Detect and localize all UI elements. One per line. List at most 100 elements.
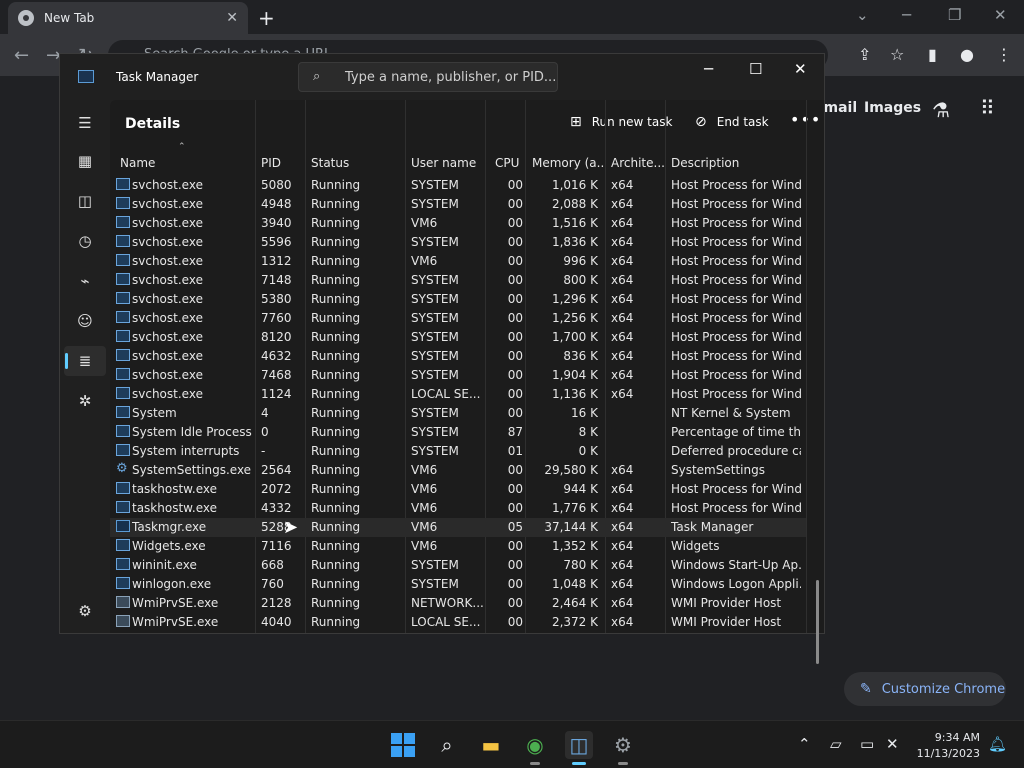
- cell-arch: x64: [611, 254, 634, 268]
- table-row[interactable]: System 4 Running SYSTEM 00 16 K NT Kernel & Sy…: [110, 404, 806, 423]
- hamburger-menu-icon[interactable]: ☰: [74, 112, 96, 134]
- notification-bell-icon[interactable]: 🔔︎: [988, 735, 1007, 753]
- cell-name: svchost.exe: [132, 273, 203, 287]
- bookmark-star-icon[interactable]: ☆: [890, 45, 904, 64]
- new-tab-plus-icon[interactable]: +: [258, 6, 275, 30]
- table-row[interactable]: wininit.exe 668 Running SYSTEM 00 780 K x64 Win…: [110, 556, 806, 575]
- cell-cpu: 00: [507, 406, 523, 420]
- app-history-icon[interactable]: ◷: [74, 230, 96, 252]
- cell-name: taskhostw.exe: [132, 501, 217, 515]
- cell-cpu: 00: [507, 349, 523, 363]
- table-row[interactable]: WmiPrvSE.exe 2128 Running NETWORK... 00 2,464…: [110, 594, 806, 613]
- cell-desc: Widgets: [671, 539, 720, 553]
- details-list-icon[interactable]: ≣: [74, 350, 96, 372]
- cell-desc: Host Process for Wind...: [671, 254, 801, 268]
- cell-name: svchost.exe: [132, 235, 203, 249]
- cell-desc: Host Process for Wind...: [671, 216, 801, 230]
- table-row[interactable]: svchost.exe 7468 Running SYSTEM 00 1,904 K x64…: [110, 366, 806, 385]
- process-window-icon: [116, 216, 130, 228]
- share-icon[interactable]: ⇪: [858, 45, 871, 64]
- table-row[interactable]: svchost.exe 7760 Running SYSTEM 00 1,256 K x64…: [110, 309, 806, 328]
- chrome-taskbar-icon[interactable]: ◉: [521, 731, 549, 765]
- table-row[interactable]: svchost.exe 5596 Running SYSTEM 00 1,836 K x64…: [110, 233, 806, 252]
- services-puzzle-icon[interactable]: ✲: [74, 390, 96, 412]
- cell-user: SYSTEM: [411, 577, 459, 591]
- table-row[interactable]: svchost.exe 5080 Running SYSTEM 00 1,016 K x64…: [110, 176, 806, 195]
- table-row[interactable]: winlogon.exe 760 Running SYSTEM 00 1,048 K x64…: [110, 575, 806, 594]
- table-row[interactable]: svchost.exe 4632 Running SYSTEM 00 836 K x64 Ho…: [110, 347, 806, 366]
- column-header-status[interactable]: Status: [311, 156, 401, 170]
- cell-desc: Host Process for Wind...: [671, 387, 801, 401]
- chrome-restore-icon[interactable]: ❐: [948, 6, 961, 24]
- vertical-scrollbar[interactable]: [816, 580, 819, 664]
- profile-icon[interactable]: ●: [960, 45, 974, 64]
- cell-pid: 1124: [261, 387, 292, 401]
- search-taskbar-icon[interactable]: ⌕: [433, 731, 461, 759]
- file-explorer-icon[interactable]: ▬: [477, 731, 505, 759]
- process-window-icon: [116, 501, 130, 513]
- show-hidden-icons-chevron-icon[interactable]: ⌃: [798, 735, 811, 753]
- table-row[interactable]: svchost.exe 4948 Running SYSTEM 00 2,088 K x64…: [110, 195, 806, 214]
- column-divider[interactable]: [806, 100, 807, 633]
- table-row[interactable]: WmiPrvSE.exe 4040 Running LOCAL SE... 00 2,37…: [110, 613, 806, 632]
- labs-flask-icon[interactable]: ⚗: [932, 98, 950, 122]
- maximize-icon[interactable]: ☐: [749, 60, 762, 78]
- table-row[interactable]: Widgets.exe 7116 Running VM6 00 1,352 K x64 Wid…: [110, 537, 806, 556]
- chrome-tab-new-tab[interactable]: New Tab ✕: [8, 2, 248, 34]
- table-row[interactable]: Taskmgr.exe 5288 Running VM6 05 37,144 Kx64 Ta…: [110, 518, 806, 537]
- table-row[interactable]: svchost.exe 3940 Running VM6 00 1,516 K x64 Hos…: [110, 214, 806, 233]
- display-icon[interactable]: ▭: [860, 735, 874, 753]
- customize-chrome-button[interactable]: ✎ Customize Chrome: [844, 672, 1006, 706]
- table-row[interactable]: svchost.exe 5380 Running SYSTEM 00 1,296 K x64…: [110, 290, 806, 309]
- table-row[interactable]: taskhostw.exe 2072 Running VM6 00 944 K x64 Hos…: [110, 480, 806, 499]
- tab-search-chevron-icon[interactable]: ⌄: [856, 6, 869, 24]
- end-task-button[interactable]: ⊘ End task: [695, 114, 769, 130]
- table-row[interactable]: svchost.exe 1124 Running LOCAL SE... 00 1,136…: [110, 385, 806, 404]
- performance-icon[interactable]: ◫: [74, 190, 96, 212]
- network-disconnected-icon[interactable]: ▱: [830, 735, 842, 753]
- cell-name: svchost.exe: [132, 349, 203, 363]
- table-row[interactable]: svchost.exe 8120 Running SYSTEM 00 1,700 K x64…: [110, 328, 806, 347]
- chrome-menu-icon[interactable]: ⋮: [996, 45, 1012, 64]
- cell-desc: Host Process for Wind...: [671, 178, 801, 192]
- column-header-architecture[interactable]: Archite...: [611, 156, 667, 170]
- cell-mem: 1,776 K: [551, 501, 598, 515]
- chrome-minimize-icon[interactable]: ─: [902, 6, 911, 24]
- close-icon[interactable]: ✕: [794, 60, 807, 78]
- back-arrow-icon[interactable]: ←: [14, 45, 29, 66]
- run-new-task-button[interactable]: ⊞ Run new task: [570, 114, 672, 130]
- apps-grid-icon[interactable]: ⠿: [980, 96, 995, 120]
- start-button[interactable]: [389, 731, 417, 759]
- task-manager-titlebar[interactable]: Task Manager ⌕ Type a name, publisher, o…: [60, 54, 824, 100]
- cell-arch: x64: [611, 273, 634, 287]
- table-row[interactable]: svchost.exe 7148 Running SYSTEM 00 800 K x64 Ho…: [110, 271, 806, 290]
- system-clock[interactable]: 9:34 AM 11/13/2023: [917, 730, 980, 762]
- side-panel-icon[interactable]: ▮: [928, 45, 937, 64]
- column-header-pid[interactable]: PID: [261, 156, 301, 170]
- process-window-icon: [116, 254, 130, 266]
- cell-desc: WMI Provider Host: [671, 615, 782, 629]
- column-header-memory[interactable]: Memory (a...: [532, 156, 604, 170]
- minimize-icon[interactable]: ─: [704, 60, 713, 78]
- table-row[interactable]: System Idle Process 0 Running SYSTEM 87 8 K Pe…: [110, 423, 806, 442]
- volume-muted-icon[interactable]: ✕: [886, 735, 899, 753]
- cell-desc: Percentage of time th...: [671, 425, 801, 439]
- table-row[interactable]: svchost.exe 1312 Running VM6 00 996 K x64 Host …: [110, 252, 806, 271]
- table-row[interactable]: ⚙ SystemSettings.exe 2564 Running VM6 00 29,58…: [110, 461, 806, 480]
- task-manager-taskbar-icon[interactable]: ◫: [565, 731, 593, 765]
- column-header-description[interactable]: Description: [671, 156, 801, 170]
- images-link[interactable]: Images: [864, 100, 921, 116]
- table-row[interactable]: taskhostw.exe 4332 Running VM6 00 1,776 K x64 H…: [110, 499, 806, 518]
- processes-icon[interactable]: ▦: [74, 150, 96, 172]
- cell-desc: SystemSettings: [671, 463, 765, 477]
- search-input[interactable]: ⌕ Type a name, publisher, or PID...: [298, 62, 558, 92]
- column-header-user[interactable]: User name: [411, 156, 485, 170]
- settings-taskbar-icon[interactable]: ⚙: [609, 731, 637, 765]
- settings-gear-icon[interactable]: ⚙: [74, 600, 96, 622]
- startup-apps-icon[interactable]: ⌁: [74, 270, 96, 292]
- column-header-name[interactable]: Name: [120, 156, 250, 170]
- table-row[interactable]: System interrupts - Running SYSTEM 01 0 K Defe…: [110, 442, 806, 461]
- tab-close-icon[interactable]: ✕: [226, 10, 238, 26]
- users-icon[interactable]: ☺: [74, 310, 96, 332]
- chrome-close-icon[interactable]: ✕: [994, 6, 1007, 24]
